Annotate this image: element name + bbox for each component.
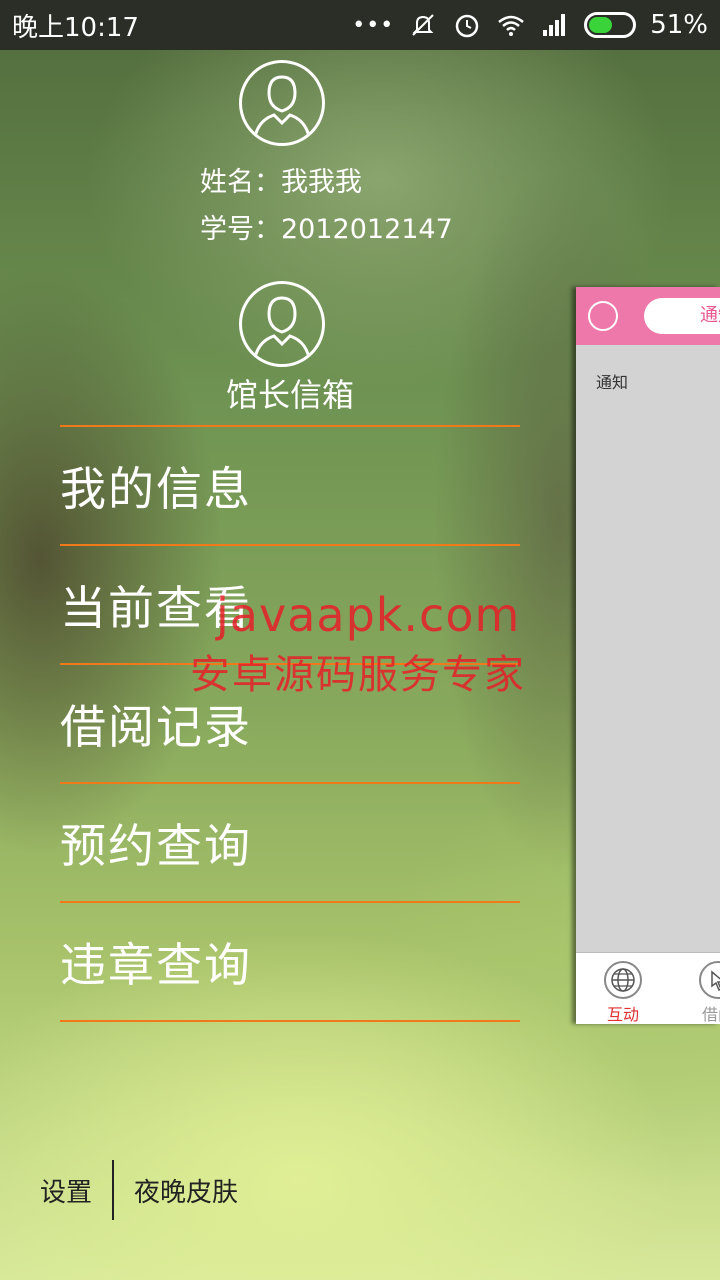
profile-name: 姓名：我我我 (200, 167, 362, 198)
night-skin-button[interactable]: 夜晚皮肤 (134, 1172, 238, 1209)
menu-item-borrow-records[interactable]: 借阅记录 (60, 665, 520, 782)
battery-percent: 51% (650, 10, 708, 40)
user-avatar-icon (252, 75, 312, 143)
panel-notification-label: 通知 (596, 373, 629, 392)
tab-interaction-label: 互动 (606, 1005, 639, 1024)
globe-icon (604, 961, 642, 999)
panel-bottom-nav: 互动 借阅 (576, 952, 720, 1024)
tab-notifications[interactable]: 通知 (644, 298, 720, 334)
tab-interaction[interactable]: 互动 (604, 961, 642, 1024)
profile-student-id: 学号：2012012147 (200, 214, 453, 245)
mailbox-avatar-button[interactable] (239, 281, 325, 367)
tab-borrow-label: 借阅 (701, 1005, 720, 1024)
panel-header: 通知 (576, 287, 720, 345)
menu-item-violation-query[interactable]: 违章查询 (60, 903, 520, 1020)
profile-avatar[interactable] (239, 60, 325, 146)
more-dots-icon: ••• (352, 12, 395, 38)
side-menu: 我的信息 当前查看 借阅记录 预约查询 违章查询 (60, 425, 520, 1022)
menu-item-my-info[interactable]: 我的信息 (60, 427, 520, 544)
mailbox-label[interactable]: 馆长信箱 (200, 370, 380, 416)
alarm-icon (455, 14, 479, 38)
cursor-icon (699, 961, 720, 999)
battery-icon (584, 12, 637, 38)
main-content-panel[interactable]: 通知 通知 互动 借阅 (576, 287, 720, 1024)
menu-item-current-view[interactable]: 当前查看 (60, 546, 520, 663)
settings-button[interactable]: 设置 (40, 1172, 92, 1209)
footer-bar: 设置 夜晚皮肤 (40, 1160, 238, 1220)
silent-icon (412, 14, 434, 36)
signal-icon (543, 14, 566, 36)
wifi-icon (498, 15, 525, 36)
status-time: 晚上10:17 (12, 12, 139, 43)
menu-item-reservation-query[interactable]: 预约查询 (60, 784, 520, 901)
panel-user-icon[interactable] (588, 301, 618, 331)
user-avatar-icon (252, 296, 312, 364)
status-bar: 晚上10:17 ••• 51% (0, 0, 720, 50)
footer-divider (112, 1160, 115, 1220)
menu-divider (60, 1020, 520, 1022)
tab-borrow[interactable]: 借阅 (688, 961, 720, 1024)
